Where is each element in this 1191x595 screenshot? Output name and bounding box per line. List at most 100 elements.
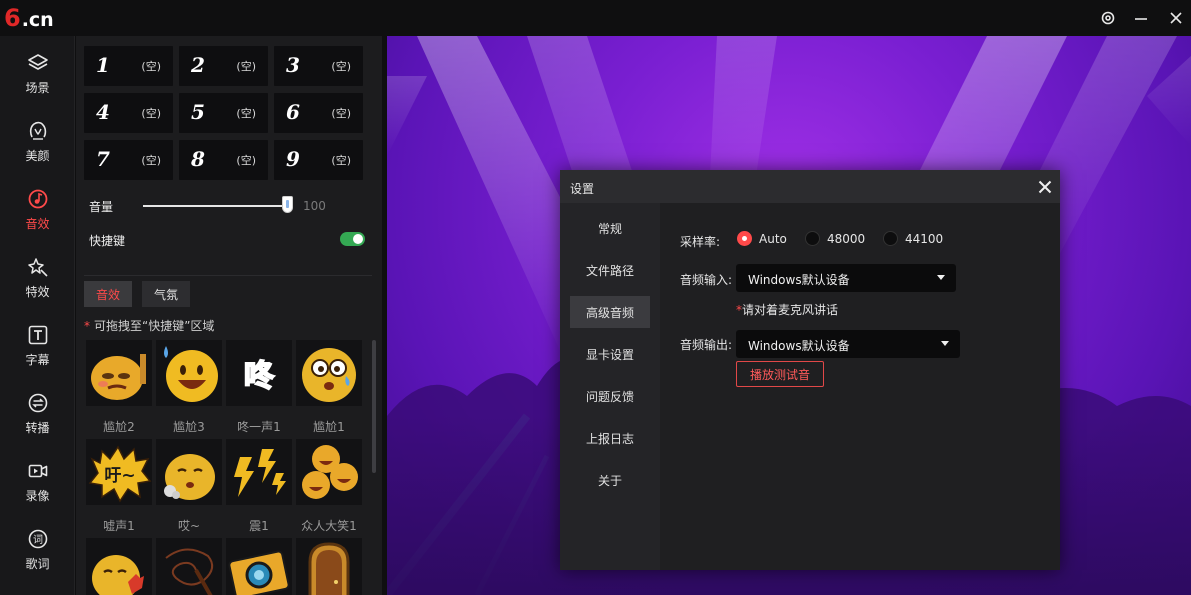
sweat-smile-icon (164, 346, 218, 402)
settings-button[interactable] (1095, 6, 1121, 30)
sticker-name: 嘘声1 (103, 519, 135, 533)
sample-rate-auto[interactable]: Auto (737, 231, 787, 246)
nav-label: 场景 (25, 81, 50, 95)
hotkey-slot-3[interactable]: 3 (空) (274, 46, 363, 86)
tab-sound-effect[interactable]: 音效 (84, 281, 132, 307)
sticker-sigh[interactable] (156, 439, 222, 505)
nav-item-special-effect[interactable]: 特效 (0, 244, 75, 306)
hotkey-number: 3 (286, 53, 300, 77)
hotkey-state: (空) (331, 107, 351, 120)
hotkey-toggle[interactable] (340, 232, 365, 246)
panel-scrollbar[interactable] (372, 340, 376, 473)
hotkey-slot-9[interactable]: 9 (空) (274, 140, 363, 180)
lightning-icon (234, 449, 286, 497)
layers-icon (25, 50, 51, 76)
settings-menu-advanced-audio[interactable]: 高级音频 (570, 296, 650, 328)
settings-menu-feedback[interactable]: 问题反馈 (570, 380, 650, 412)
settings-dialog: 设置 常规 文件路径 高级音频 显卡设置 问题反馈 上报日志 关于 采样率: A… (560, 170, 1060, 570)
sticker-awkward-1[interactable] (296, 340, 362, 406)
settings-content: 采样率: Auto 48000 44100 音频输入: Windows默认设备 … (660, 170, 1060, 570)
sticker-shy[interactable] (86, 538, 152, 595)
hotkey-number: 9 (286, 147, 300, 171)
settings-menu-gpu[interactable]: 显卡设置 (570, 338, 650, 370)
sticker-awkward-2[interactable] (86, 340, 152, 406)
hotkey-slot-8[interactable]: 8 (空) (179, 140, 268, 180)
nav-item-subtitle[interactable]: 字幕 (0, 312, 75, 374)
sample-rate-44100[interactable]: 44100 (883, 231, 943, 246)
relay-icon (25, 390, 51, 416)
door-icon (308, 542, 350, 595)
nav-label: 转播 (25, 421, 50, 435)
sticker-shock[interactable] (226, 439, 292, 505)
hotkey-number: 6 (286, 100, 300, 124)
hotkey-slot-1[interactable]: 1 (空) (84, 46, 173, 86)
hotkey-slot-5[interactable]: 5 (空) (179, 93, 268, 133)
tab-atmosphere[interactable]: 气氛 (142, 281, 190, 307)
hotkey-slot-2[interactable]: 2 (空) (179, 46, 268, 86)
sticker-name: 震1 (249, 519, 269, 533)
sample-rate-label: 采样率: (680, 235, 721, 249)
settings-menu-file-path[interactable]: 文件路径 (570, 254, 650, 286)
sticker-whip[interactable] (156, 538, 222, 595)
audio-input-label: 音频输入: (680, 273, 733, 287)
hotkey-state: (空) (141, 154, 161, 167)
sample-rate-48000[interactable]: 48000 (805, 231, 865, 246)
audio-output-select[interactable]: Windows默认设备 (736, 330, 960, 358)
sticker-name: 众人大笑1 (301, 519, 357, 533)
settings-menu-report-log[interactable]: 上报日志 (570, 422, 650, 454)
volume-slider-track[interactable] (143, 205, 287, 207)
close-button[interactable] (1163, 6, 1189, 30)
boo-text-icon: 吁~ (88, 445, 152, 503)
nav-item-beauty[interactable]: 美颜 (0, 108, 75, 170)
shy-face-icon (92, 555, 144, 595)
nav-label: 字幕 (25, 353, 50, 367)
hotkey-slot-4[interactable]: 4 (空) (84, 93, 173, 133)
sticker-door[interactable] (296, 538, 362, 595)
logo-domain: .cn (21, 9, 54, 31)
close-icon (1170, 12, 1182, 24)
dong-text-icon: 咚 (230, 358, 288, 395)
nav-label: 音效 (25, 217, 50, 231)
hotkey-state: (空) (141, 60, 161, 73)
nav-item-scene[interactable]: 场景 (0, 40, 75, 102)
hotkey-slot-7[interactable]: 7 (空) (84, 140, 173, 180)
nav-item-sound-effect[interactable]: 音效 (0, 176, 75, 238)
sticker-awkward-3[interactable] (156, 340, 222, 406)
settings-menu-about[interactable]: 关于 (570, 464, 650, 496)
settings-menu-general[interactable]: 常规 (570, 212, 650, 244)
audio-input-select[interactable]: Windows默认设备 (736, 264, 956, 292)
nav-item-lyrics[interactable]: 词 歌词 (0, 516, 75, 578)
lyrics-icon: 词 (25, 526, 51, 552)
sticker-boo[interactable]: 吁~ (86, 439, 152, 505)
nav-item-relay[interactable]: 转播 (0, 380, 75, 442)
logo-six: 6 (4, 4, 21, 32)
hotkey-state: (空) (236, 60, 256, 73)
nav-label: 美颜 (25, 149, 50, 163)
minimize-icon (1135, 18, 1147, 20)
sticker-name: 尴尬1 (313, 420, 345, 434)
hotkey-slot-6[interactable]: 6 (空) (274, 93, 363, 133)
text-icon (25, 322, 51, 348)
sticker-crowd-laugh[interactable] (296, 439, 362, 505)
radio-label: 44100 (905, 231, 944, 246)
sticker-dong[interactable]: 咚 (226, 340, 292, 406)
radio-label: Auto (759, 231, 787, 246)
nav-item-recording[interactable]: 录像 (0, 448, 75, 510)
svg-text:咚: 咚 (244, 359, 275, 394)
hint-text: 可拖拽至“快捷键”区域 (94, 319, 215, 333)
sticker-name: 咚一声1 (237, 420, 281, 434)
minimize-button[interactable] (1128, 6, 1154, 30)
chevron-down-icon (937, 275, 945, 280)
volume-slider-handle[interactable] (282, 196, 293, 213)
face-icon (25, 118, 51, 144)
hotkey-number: 4 (96, 100, 110, 124)
volume-label: 音量 (89, 200, 114, 214)
sticker-camera[interactable] (226, 538, 292, 595)
hotkey-state: (空) (331, 60, 351, 73)
left-nav: 场景 美颜 音效 特效 字幕 转播 录像 词 歌词 (0, 36, 75, 595)
hotkey-state: (空) (236, 154, 256, 167)
camera-icon (228, 550, 290, 595)
music-note-icon (25, 186, 51, 212)
play-test-sound-button[interactable]: 播放测试音 (736, 361, 824, 387)
radio-dot (737, 231, 752, 246)
